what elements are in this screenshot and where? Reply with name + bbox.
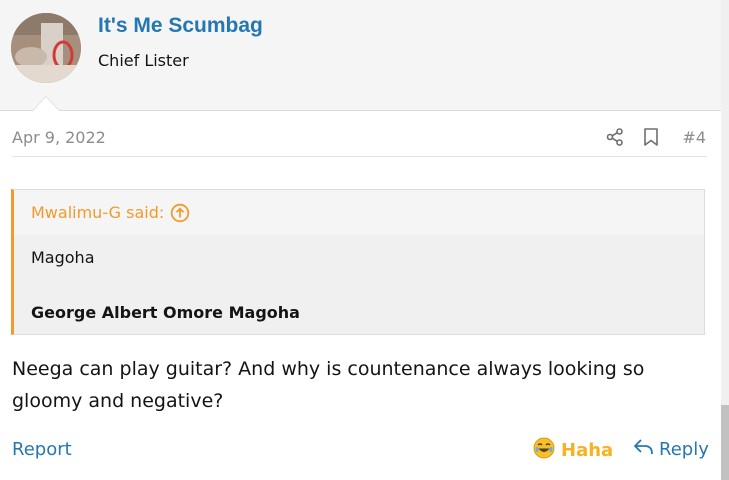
- quote-author-link[interactable]: Mwalimu-G said:: [31, 203, 164, 222]
- username-link[interactable]: It's Me Scumbag: [98, 14, 263, 38]
- divider: [12, 156, 707, 157]
- scrollbar-thumb[interactable]: [721, 405, 729, 480]
- quote-line: Magoha: [31, 248, 95, 267]
- quote-content: Magoha George Albert Omore Magoha: [14, 235, 704, 334]
- bookmark-icon[interactable]: [640, 126, 662, 148]
- reply-button[interactable]: Reply: [633, 437, 709, 461]
- reply-label: Reply: [659, 438, 709, 460]
- report-link[interactable]: Report: [12, 439, 72, 460]
- quote-attribution: Mwalimu-G said:: [14, 190, 704, 235]
- scrollbar[interactable]: [721, 0, 729, 480]
- haha-reaction-button[interactable]: Haha: [533, 437, 613, 463]
- reply-icon: [633, 437, 655, 461]
- post-actions: #4: [604, 126, 706, 148]
- avatar[interactable]: [11, 13, 81, 83]
- quote-line-bold: George Albert Omore Magoha: [31, 303, 300, 322]
- laughing-emoji-icon: [533, 437, 555, 463]
- message-user-header: It's Me Scumbag Chief Lister: [0, 0, 721, 111]
- quote-block: Mwalimu-G said: Magoha George Albert Omo…: [11, 189, 705, 335]
- arrow-up-circle-icon[interactable]: [170, 203, 190, 223]
- post-number-link[interactable]: #4: [682, 128, 706, 147]
- reaction-label: Haha: [561, 439, 614, 461]
- post-date[interactable]: Apr 9, 2022: [12, 128, 106, 147]
- share-icon[interactable]: [604, 126, 626, 148]
- header-pointer: [33, 97, 59, 111]
- post-body-text: Neega can play guitar? And why is counte…: [12, 358, 645, 412]
- user-title: Chief Lister: [98, 51, 189, 70]
